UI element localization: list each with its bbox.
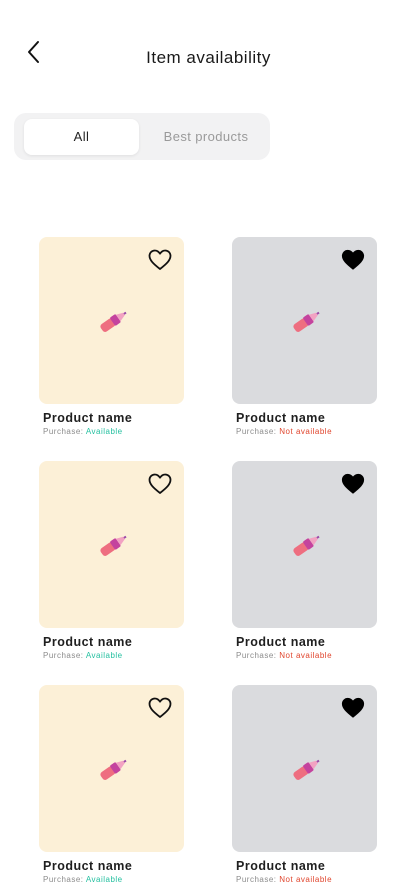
tab-best-products[interactable]: Best products [150, 119, 262, 155]
purchase-status: Purchase: Available [43, 651, 123, 660]
product-card[interactable]: Product name Purchase: Not available [232, 685, 377, 884]
lipstick-icon [290, 757, 322, 781]
availability-badge: Available [85, 875, 123, 884]
heart-filled-icon[interactable] [341, 249, 365, 271]
product-card[interactable]: Product name Purchase: Available [39, 685, 184, 884]
product-name: Product name [43, 635, 133, 649]
purchase-status: Purchase: Not available [236, 651, 333, 660]
purchase-status: Purchase: Available [43, 427, 123, 436]
product-name: Product name [236, 411, 326, 425]
heart-outline-icon[interactable] [148, 473, 172, 495]
purchase-status: Purchase: Not available [236, 427, 333, 436]
lipstick-icon [290, 533, 322, 557]
lipstick-icon [97, 757, 129, 781]
product-card[interactable]: Product name Purchase: Not available [232, 461, 377, 660]
product-name: Product name [43, 411, 133, 425]
lipstick-icon [290, 309, 322, 333]
availability-badge: Available [85, 427, 123, 436]
product-image[interactable] [232, 685, 377, 852]
product-image[interactable] [39, 237, 184, 404]
product-card[interactable]: Product name Purchase: Not available [232, 237, 377, 436]
heart-outline-icon[interactable] [148, 249, 172, 271]
product-name: Product name [43, 859, 133, 873]
product-image[interactable] [232, 237, 377, 404]
availability-badge: Available [85, 651, 123, 660]
product-image[interactable] [39, 685, 184, 852]
purchase-status: Purchase: Not available [236, 875, 333, 884]
segmented-control: All Best products [14, 113, 270, 160]
product-name: Product name [236, 635, 326, 649]
page-title: Item availability [146, 48, 271, 67]
availability-badge: Not available [279, 875, 333, 884]
product-card[interactable]: Product name Purchase: Available [39, 237, 184, 436]
product-card[interactable]: Product name Purchase: Available [39, 461, 184, 660]
product-image[interactable] [39, 461, 184, 628]
product-image[interactable] [232, 461, 377, 628]
tab-all[interactable]: All [24, 119, 139, 155]
product-name: Product name [236, 859, 326, 873]
lipstick-icon [97, 533, 129, 557]
heart-filled-icon[interactable] [341, 473, 365, 495]
heart-filled-icon[interactable] [341, 697, 365, 719]
availability-badge: Not available [279, 427, 333, 436]
lipstick-icon [97, 309, 129, 333]
heart-outline-icon[interactable] [148, 697, 172, 719]
availability-badge: Not available [279, 651, 333, 660]
purchase-status: Purchase: Available [43, 875, 123, 884]
